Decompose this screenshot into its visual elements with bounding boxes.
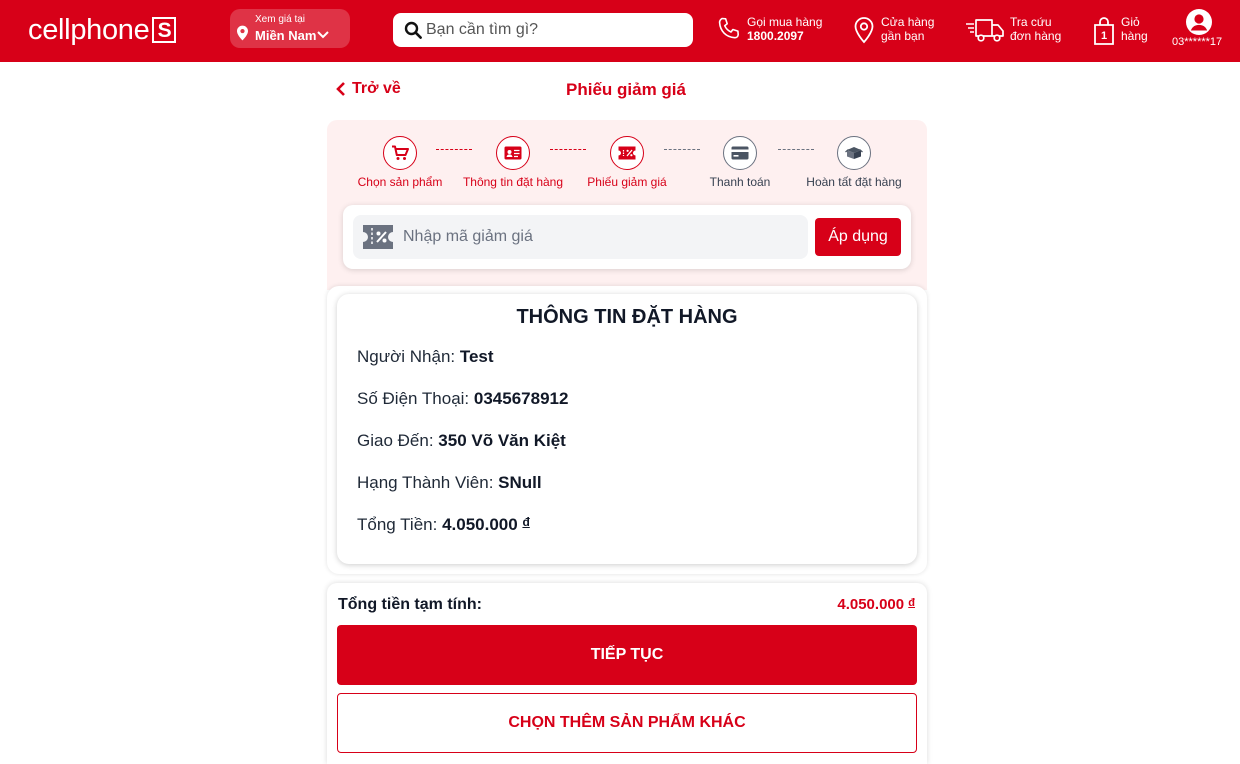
- order-tracking-text: Tra cứu đơn hàng: [1010, 15, 1062, 43]
- membership-label: Hạng Thành Viên:: [357, 473, 494, 492]
- total-row: Tổng Tiền: 4.050.000 đ: [357, 515, 530, 535]
- order-tracking-link[interactable]: Tra cứu đơn hàng: [964, 14, 1064, 48]
- step-label: Thông tin đặt hàng: [462, 175, 564, 189]
- id-card-icon: [496, 136, 530, 170]
- recipient-label: Người Nhận:: [357, 347, 456, 366]
- search-bar: [393, 13, 693, 47]
- cart-count: 1: [1101, 30, 1108, 42]
- step-payment: Thanh toán: [685, 136, 795, 189]
- phone-value: 0345678912: [473, 389, 569, 408]
- membership-value: SNull: [498, 473, 542, 492]
- order-info-title: THÔNG TIN ĐẶT HÀNG: [516, 306, 738, 328]
- logo-mark: S: [152, 17, 177, 43]
- logo-text: cellphone: [28, 13, 150, 46]
- back-link[interactable]: Trở về: [336, 80, 401, 98]
- checkout-progress-panel: Chọn sản phẩm Thông tin đặt hàng Phiếu g…: [327, 120, 927, 290]
- address-label: Giao Đến:: [357, 431, 434, 450]
- add-more-products-button[interactable]: CHỌN THÊM SẢN PHẨM KHÁC: [337, 693, 917, 753]
- step-coupon: Phiếu giảm giá: [572, 136, 682, 189]
- credit-card-icon: [723, 136, 757, 170]
- back-label: Trở về: [352, 80, 401, 97]
- currency-symbol: đ: [908, 597, 915, 609]
- step-select-product: Chọn sản phẩm: [345, 136, 455, 189]
- order-info-card: THÔNG TIN ĐẶT HÀNG Người Nhận: Test Số Đ…: [337, 294, 917, 564]
- cart-icon: [383, 136, 417, 170]
- step-complete: Hoàn tất đặt hàng: [799, 136, 909, 189]
- hotline-text: Gọi mua hàng 1800.2097: [747, 15, 823, 43]
- region-selector[interactable]: Xem giá tại Miền Nam: [230, 9, 350, 48]
- region-value: Miền Nam: [255, 28, 317, 43]
- coupon-icon: [610, 136, 644, 170]
- cart-text: Giỏ hàng: [1121, 15, 1148, 43]
- step-label: Chọn sản phẩm: [357, 175, 443, 189]
- search-icon: [404, 21, 422, 39]
- top-header: cellphoneS Xem giá tại Miền Nam Gọi mua …: [0, 0, 1240, 62]
- recipient-row: Người Nhận: Test: [357, 347, 494, 367]
- total-label: Tổng Tiền:: [357, 515, 438, 534]
- currency-symbol: đ: [522, 515, 530, 529]
- coupon-field: [353, 215, 808, 259]
- order-info-section: THÔNG TIN ĐẶT HÀNG Người Nhận: Test Số Đ…: [327, 286, 927, 574]
- location-pin-icon: [237, 25, 248, 41]
- step-order-info: Thông tin đặt hàng: [458, 136, 568, 189]
- phone-icon: [718, 17, 739, 39]
- hotline-link[interactable]: Gọi mua hàng 1800.2097: [716, 14, 826, 48]
- subtotal-value: 4.050.000: [837, 596, 905, 613]
- subtotal-label: Tổng tiền tạm tính:: [338, 596, 482, 613]
- cellphones-logo[interactable]: cellphone S: [28, 13, 177, 46]
- search-input[interactable]: [426, 13, 686, 47]
- user-account[interactable]: 03******17: [1172, 8, 1228, 52]
- cart-link[interactable]: 1 Giỏ hàng: [1093, 14, 1153, 48]
- page-title: Phiếu giảm giá: [566, 80, 686, 99]
- chevron-left-icon: [336, 82, 345, 96]
- checkout-summary: Tổng tiền tạm tính: 4.050.000 đ TIẾP TỤC…: [327, 583, 927, 764]
- store-locator-link[interactable]: Cửa hàng gần bạn: [853, 14, 943, 48]
- continue-button[interactable]: TIẾP TỤC: [337, 625, 917, 685]
- location-icon: [854, 17, 874, 44]
- phone-label: Số Điện Thoại:: [357, 389, 470, 408]
- discount-ticket-icon: [363, 225, 393, 249]
- box-icon: [837, 136, 871, 170]
- subtotal-amount: 4.050.000 đ: [837, 596, 915, 613]
- membership-row: Hạng Thành Viên: SNull: [357, 473, 542, 493]
- coupon-form: Áp dụng: [343, 205, 911, 269]
- delivery-truck-icon: [966, 19, 1004, 42]
- chevron-down-icon: [317, 31, 329, 39]
- apply-coupon-button[interactable]: Áp dụng: [815, 218, 901, 256]
- phone-row: Số Điện Thoại: 0345678912: [357, 389, 568, 409]
- store-locator-text: Cửa hàng gần bạn: [881, 15, 935, 43]
- address-value: 350 Võ Văn Kiệt: [438, 431, 566, 450]
- step-label: Phiếu giảm giá: [587, 175, 667, 189]
- user-avatar-icon: [1186, 9, 1212, 35]
- user-name: 03******17: [1172, 36, 1223, 48]
- address-row: Giao Đến: 350 Võ Văn Kiệt: [357, 431, 566, 451]
- coupon-input[interactable]: [403, 215, 798, 259]
- step-label: Thanh toán: [709, 175, 771, 189]
- region-caption: Xem giá tại: [255, 14, 306, 25]
- total-value: 4.050.000: [442, 515, 518, 534]
- step-label: Hoàn tất đặt hàng: [806, 175, 902, 189]
- recipient-value: Test: [459, 347, 494, 366]
